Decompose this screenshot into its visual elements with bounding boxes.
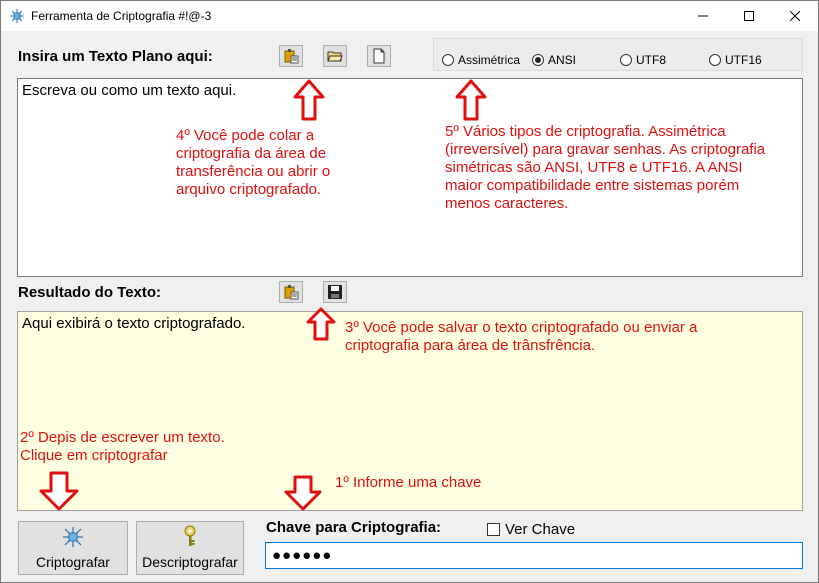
maximize-icon (744, 11, 754, 21)
radio-label: UTF8 (636, 53, 666, 67)
key-icon (184, 525, 196, 546)
note-1: 1º Informe uma chave (335, 474, 482, 491)
save-icon (328, 285, 342, 299)
show-key-checkbox[interactable]: Ver Chave (487, 521, 575, 538)
radio-assimetrica[interactable]: Assimétrica (442, 53, 520, 67)
radio-label: UTF16 (725, 53, 762, 67)
encrypt-button[interactable]: Criptografar (18, 521, 128, 575)
radio-circle-icon (442, 54, 454, 66)
circuit-chip-icon (63, 527, 83, 547)
plain-text-value: Escreva ou como um texto aqui. (22, 82, 237, 99)
result-text-value: Aqui exibirá o texto criptografado. (22, 315, 246, 332)
new-document-button[interactable] (367, 45, 391, 67)
title-bar: Ferramenta de Criptografia #!@-3 (1, 1, 818, 31)
radio-circle-icon (620, 54, 632, 66)
radio-circle-icon (709, 54, 721, 66)
decrypt-label: Descriptografar (142, 554, 238, 570)
open-file-button[interactable] (323, 45, 347, 67)
arrow-down-icon (284, 475, 322, 511)
decrypt-button[interactable]: Descriptografar (136, 521, 244, 575)
open-folder-icon (327, 51, 343, 62)
paste-input-button[interactable] (279, 45, 303, 67)
app-window: Ferramenta de Criptografia #!@-3 Insira … (0, 0, 819, 583)
maximize-button[interactable] (726, 1, 772, 31)
result-section-label: Resultado do Texto: (18, 284, 162, 301)
paste-icon (284, 285, 299, 300)
new-document-icon (373, 48, 385, 64)
encrypt-label: Criptografar (36, 554, 110, 570)
note-3: 3º Você pode salvar o texto criptografad… (345, 319, 698, 354)
radio-label: Assimétrica (458, 53, 521, 67)
checkbox-icon (487, 523, 500, 536)
note-2: 2º Depis de escrever um texto. Clique em… (20, 429, 225, 464)
close-button[interactable] (772, 1, 818, 31)
note-5: 5º Vários tipos de criptografia. Assimét… (445, 123, 766, 212)
app-circuit-icon (10, 9, 24, 23)
paste-result-button[interactable] (279, 281, 303, 303)
arrow-up-icon (306, 307, 336, 341)
encoding-options-panel: Assimétrica ANSI UTF8 UTF16 (433, 38, 803, 71)
radio-circle-checked-icon (532, 54, 544, 66)
save-button[interactable] (323, 281, 347, 303)
radio-utf8[interactable]: UTF8 (620, 53, 666, 67)
key-value: ●●●●●● (272, 547, 333, 564)
paste-icon (284, 49, 299, 64)
arrow-up-icon (455, 79, 487, 121)
radio-ansi[interactable]: ANSI (532, 53, 576, 67)
radio-utf16[interactable]: UTF16 (709, 53, 762, 67)
arrow-up-icon (293, 79, 325, 121)
close-icon (790, 11, 800, 21)
radio-label: ANSI (548, 53, 577, 67)
minimize-icon (698, 15, 708, 17)
key-password-field[interactable]: ●●●●●● (265, 542, 803, 569)
input-section-label: Insira um Texto Plano aqui: (18, 48, 213, 65)
note-4: 4º Você pode colar a criptografia da áre… (176, 127, 331, 198)
arrow-down-icon (39, 471, 79, 511)
key-label: Chave para Criptografia: (266, 519, 442, 536)
window-title: Ferramenta de Criptografia #!@-3 (31, 9, 212, 23)
show-key-label: Ver Chave (505, 521, 576, 538)
minimize-button[interactable] (680, 1, 726, 31)
